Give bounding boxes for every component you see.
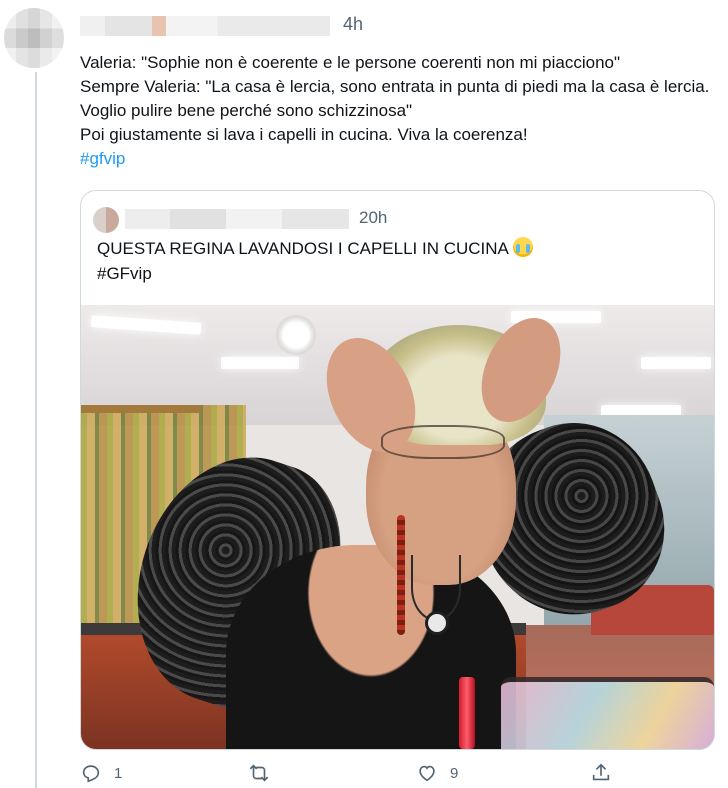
quoted-photo[interactable] — [81, 305, 714, 749]
iridescent-bag — [501, 677, 714, 749]
tweet-line-2: Sempre Valeria: "La casa è lercia, sono … — [80, 77, 710, 120]
quoted-tweet-text: QUESTA REGINA LAVANDOSI I CAPELLI IN CUC… — [97, 236, 697, 286]
avatar[interactable] — [4, 8, 64, 68]
retweet-icon — [249, 764, 269, 782]
arch — [81, 405, 201, 493]
pendant — [425, 611, 449, 635]
like-count: 9 — [450, 764, 459, 782]
name-blur-chip — [152, 16, 166, 36]
tweet-actions: 1 9 — [80, 762, 720, 788]
quoted-tweet-time: 20h — [359, 208, 388, 227]
tweet-line-1: Valeria: "Sophie non è coerente e le per… — [80, 53, 621, 72]
like-button[interactable]: 9 — [416, 762, 458, 784]
tweet-time[interactable]: 4h — [343, 14, 363, 35]
quoted-avatar — [93, 207, 119, 233]
red-cord — [397, 515, 405, 635]
glasses — [381, 425, 505, 459]
share-button[interactable] — [590, 762, 612, 784]
retweet-button[interactable] — [248, 762, 282, 784]
tweet-line-3: Poi giustamente si lava i capelli in cuc… — [80, 125, 528, 144]
quoted-author-name-blurred — [125, 209, 349, 229]
loudly-crying-face-emoji — [512, 237, 533, 257]
hashtag-link[interactable]: #gfvip — [80, 149, 125, 168]
like-icon — [419, 765, 435, 782]
share-icon — [592, 763, 610, 781]
ceiling-light — [221, 357, 299, 369]
thread-line — [35, 72, 37, 788]
reply-icon — [82, 765, 100, 783]
pendant-lamp — [276, 315, 316, 355]
quoted-hashtag-link[interactable]: #GFvip — [97, 264, 152, 283]
quoted-tweet[interactable]: 20h QUESTA REGINA LAVANDOSI I CAPELLI IN… — [80, 190, 715, 750]
author-name-blurred[interactable] — [80, 16, 330, 36]
reply-button[interactable]: 1 — [80, 762, 122, 784]
ceiling-light — [641, 357, 711, 369]
red-bottle — [459, 677, 475, 749]
tweet-text: Valeria: "Sophie non è coerente e le per… — [80, 51, 710, 171]
reply-count: 1 — [114, 764, 123, 782]
quoted-text-line: QUESTA REGINA LAVANDOSI I CAPELLI IN CUC… — [97, 239, 508, 258]
